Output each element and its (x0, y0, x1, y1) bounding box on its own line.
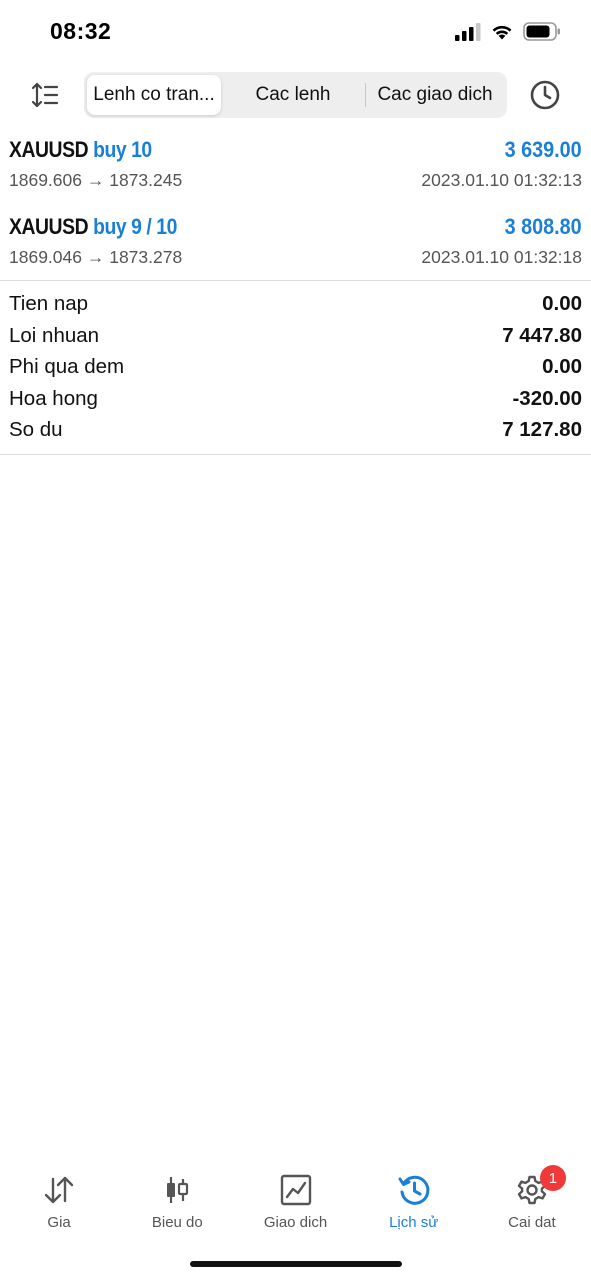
tab-label: Lịch sử (389, 1214, 439, 1231)
bottom-tab-bar: Gia Bieu do Giao dich Lịch sử 1 Cai dat (0, 1160, 591, 1240)
history-icon (396, 1172, 432, 1208)
trade-symbol: XAUUSD (9, 137, 89, 162)
clock-icon (530, 80, 560, 110)
cellular-signal-icon (455, 22, 481, 41)
summary-label: Tien nap (9, 292, 89, 315)
tab-deals[interactable]: Cac giao dich (366, 75, 504, 115)
summary-label: Phi qua dem (9, 355, 125, 378)
tab-label: Gia (47, 1214, 71, 1231)
wifi-icon (492, 25, 512, 40)
period-button[interactable] (528, 78, 562, 112)
trade-prices: 1869.046 → 1873.278 (9, 247, 183, 267)
account-summary: Tien nap 0.00 Loi nhuan 7 447.80 Phi qua… (0, 289, 591, 447)
summary-row-deposit: Tien nap 0.00 (0, 289, 591, 321)
sort-button[interactable] (28, 79, 62, 111)
tab-label: Giao dich (263, 1214, 328, 1231)
trade-row[interactable]: XAUUSD buy 9 / 10 3 808.80 1869.046 → 18… (0, 205, 591, 282)
trade-symbol-line: XAUUSD buy 10 (9, 137, 152, 163)
trade-profit: 3 639.00 (504, 137, 582, 162)
tab-chart[interactable]: Bieu do (118, 1160, 236, 1240)
status-icons (455, 22, 561, 41)
summary-row-commission: Hoa hong -320.00 (0, 384, 591, 416)
price-arrows-icon (41, 1172, 77, 1208)
tab-history[interactable]: Lịch sử (355, 1160, 473, 1240)
candlestick-icon (159, 1172, 195, 1208)
toolbar: Lenh co tran... Cac lenh Cac giao dich (0, 72, 591, 118)
trade-side: buy 10 (93, 137, 152, 162)
summary-row-profit: Loi nhuan 7 447.80 (0, 321, 591, 353)
summary-label: Loi nhuan (9, 323, 100, 347)
trade-time: 2023.01.10 01:32:18 (421, 247, 582, 267)
summary-top-divider (0, 280, 591, 281)
trade-profit: 3 808.80 (504, 214, 582, 239)
trade-symbol: XAUUSD (9, 214, 89, 239)
sort-icon (31, 82, 59, 108)
tab-label: Cai dat (508, 1214, 556, 1231)
tab-orders[interactable]: Cac lenh (221, 75, 365, 115)
tab-quotes[interactable]: Gia (0, 1160, 118, 1240)
status-bar: 08:32 (0, 0, 591, 64)
notification-badge: 1 (539, 1165, 566, 1191)
summary-value: 7 447.80 (502, 323, 582, 347)
summary-value: -320.00 (512, 386, 582, 410)
summary-row-swap: Phi qua dem 0.00 (0, 352, 591, 384)
tab-open-positions[interactable]: Lenh co tran... (87, 75, 221, 115)
trade-prices: 1869.606 → 1873.245 (9, 170, 183, 190)
battery-icon (523, 22, 560, 41)
segmented-control: Lenh co tran... Cac lenh Cac giao dich (84, 72, 507, 118)
tab-label: Bieu do (151, 1214, 203, 1231)
tab-trade[interactable]: Giao dich (236, 1160, 354, 1240)
gear-icon: 1 (514, 1165, 566, 1208)
status-time: 08:32 (50, 18, 112, 44)
summary-value: 0.00 (542, 355, 582, 378)
summary-value: 0.00 (542, 292, 582, 315)
trade-chart-icon (278, 1172, 314, 1208)
tab-settings[interactable]: 1 Cai dat (473, 1160, 591, 1240)
trade-symbol-line: XAUUSD buy 9 / 10 (9, 214, 177, 240)
summary-row-balance: So du 7 127.80 (0, 415, 591, 447)
summary-value: 7 127.80 (502, 418, 582, 441)
trade-side: buy 9 / 10 (93, 214, 177, 239)
history-screen: 08:32 Lenh co tran... Cac lenh Cac giao … (0, 0, 591, 1280)
summary-bottom-divider (0, 454, 591, 455)
trade-list: XAUUSD buy 10 3 639.00 1869.606 → 1873.2… (0, 128, 591, 282)
trade-row[interactable]: XAUUSD buy 10 3 639.00 1869.606 → 1873.2… (0, 128, 591, 205)
home-indicator (190, 1261, 402, 1267)
trade-time: 2023.01.10 01:32:13 (421, 170, 582, 190)
summary-label: Hoa hong (9, 386, 98, 410)
summary-label: So du (9, 418, 63, 441)
